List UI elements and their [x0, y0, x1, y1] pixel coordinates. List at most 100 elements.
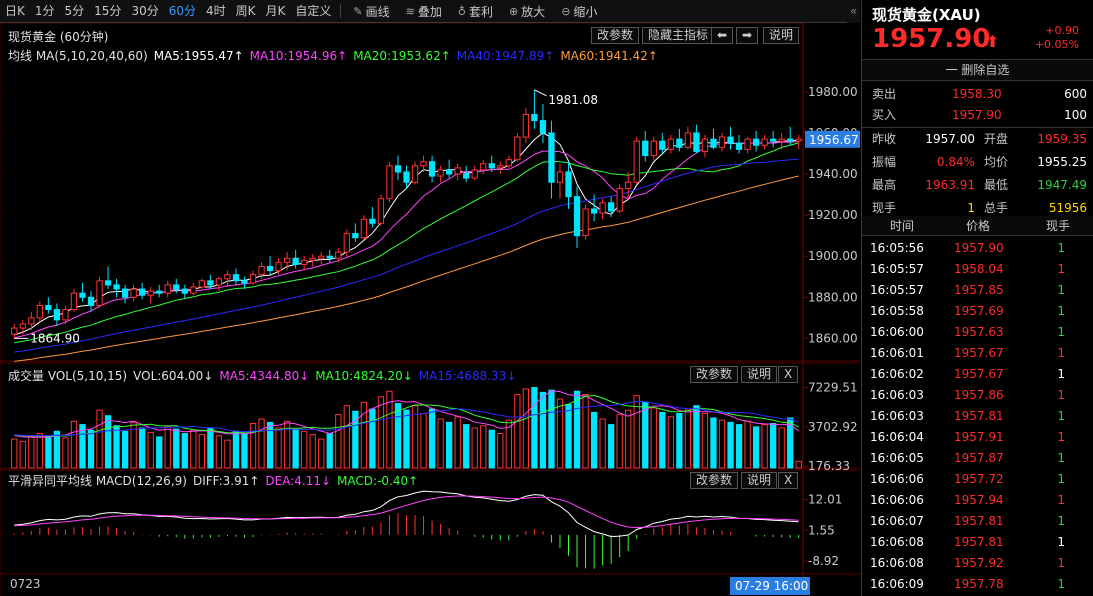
- tick-cell: 1: [1057, 262, 1065, 276]
- period-tab-3[interactable]: 15分: [89, 0, 126, 23]
- candle: [386, 161, 393, 203]
- volume-bar: [139, 427, 146, 469]
- tick-row: 16:06:03 1957.86 1: [862, 385, 1093, 406]
- tool-button-2[interactable]: ♁ 套利: [450, 0, 501, 23]
- main-explain-button[interactable]: 说明: [763, 27, 800, 44]
- remove-watchlist-button[interactable]: 一 删除自选: [862, 59, 1093, 81]
- price-change: +0.90 +0.05%: [1035, 24, 1079, 52]
- candle: [633, 137, 640, 185]
- tick-row: 16:06:03 1957.81 1: [862, 406, 1093, 427]
- chart-area[interactable]: 1980.001960.001940.001920.001900.001880.…: [0, 23, 860, 596]
- volume-bar: [147, 431, 154, 469]
- macd-close-button[interactable]: X: [778, 472, 799, 489]
- toolbar-divider: [340, 4, 342, 18]
- zoom-in-icon: ⊕: [508, 4, 519, 18]
- vol-params-button[interactable]: 改参数: [690, 366, 739, 383]
- stat-cell: 振幅: [872, 155, 897, 169]
- kline-chart[interactable]: 1980.001960.001940.001920.001900.001880.…: [0, 23, 860, 596]
- tick-cell: 1957.72: [954, 472, 1004, 486]
- book-cell: 600: [1064, 87, 1087, 101]
- vol-explain-button[interactable]: 说明: [741, 366, 778, 383]
- volume-bar: [19, 440, 26, 469]
- volume-bar: [11, 438, 18, 469]
- tool-button-4[interactable]: ⊖ 缩小: [553, 0, 605, 23]
- minus-icon: 一: [945, 63, 958, 77]
- volume-bar: [275, 427, 282, 469]
- tick-cell: 1: [1057, 346, 1065, 360]
- volume-bar: [343, 405, 350, 469]
- period-tab-7[interactable]: 周K: [231, 0, 261, 23]
- volume-bar: [53, 430, 61, 469]
- tool-label: 放大: [521, 4, 546, 19]
- volume-bar: [318, 438, 325, 469]
- legend-item: DIFF:3.91↑: [192, 474, 260, 488]
- tick-cell: 1: [1057, 304, 1065, 318]
- tick-cell: 1957.94: [954, 493, 1004, 507]
- volume-bar: [207, 427, 214, 469]
- instrument-name: 现货黄金(XAU): [872, 6, 981, 24]
- tick-cell: 1: [1057, 430, 1065, 444]
- scroll-left-button[interactable]: ⬅: [711, 27, 734, 44]
- main-chart-title: 现货黄金 (60分钟): [8, 30, 109, 44]
- tick-cell: 1: [1057, 556, 1065, 570]
- volume-bar: [301, 430, 308, 469]
- stat-cell: 1957.00: [925, 132, 975, 146]
- period-tab-9[interactable]: 自定义: [290, 0, 336, 23]
- period-tab-0[interactable]: 日K: [0, 0, 30, 23]
- tick-cell: 1: [1057, 241, 1065, 255]
- volume-bar: [437, 418, 444, 469]
- volume-bar: [36, 433, 43, 469]
- zoom-out-icon: ⊖: [561, 4, 571, 18]
- tick-row: 16:05:58 1957.69 1: [862, 301, 1093, 322]
- tick-cell: 16:06:07: [870, 514, 924, 528]
- tick-cell: 1: [1057, 388, 1065, 402]
- tick-cell: 16:05:58: [870, 304, 924, 318]
- vol-tick-label: 176.33: [808, 459, 850, 473]
- stat-row: 昨收 1957.00 开盘 1959.35: [862, 129, 1093, 150]
- volume-bar: [156, 436, 163, 469]
- scroll-right-button[interactable]: ➡: [736, 27, 759, 44]
- volume-bar: [471, 427, 478, 469]
- legend-item: MA15:4688.33↓: [418, 369, 517, 383]
- period-tab-1[interactable]: 1分: [30, 0, 60, 23]
- volume-bar: [96, 409, 103, 469]
- tool-button-3[interactable]: ⊕ 放大: [501, 0, 553, 23]
- vol-legend: 成交量 VOL(5,10,15) VOL:604.00↓ MA5:4344.80↓ M…: [8, 367, 522, 384]
- vol-close-button[interactable]: X: [778, 366, 799, 383]
- tool-button-0[interactable]: ✎ 画线: [345, 0, 397, 23]
- volume-bar: [292, 428, 299, 469]
- period-tab-4[interactable]: 30分: [126, 0, 163, 23]
- money-bag-icon: ♁: [457, 4, 466, 18]
- macd-params-button[interactable]: 改参数: [690, 472, 739, 489]
- hide-indicator-button[interactable]: 隐藏主指标: [642, 27, 715, 44]
- period-tab-6[interactable]: 4时: [201, 0, 231, 23]
- collapse-button[interactable]: «: [847, 0, 860, 23]
- volume-bar: [454, 416, 461, 469]
- tick-row: 16:06:09 1957.78 1: [862, 574, 1093, 595]
- volume-bar: [659, 411, 666, 469]
- tick-cell: 1: [1057, 493, 1065, 507]
- tick-row: 16:06:08 1957.81 1: [862, 532, 1093, 553]
- volume-bar: [556, 398, 564, 469]
- volume-bar: [718, 419, 726, 469]
- legend-item: MA5:1955.47↑: [153, 49, 244, 63]
- main-params-button[interactable]: 改参数: [591, 27, 640, 44]
- volume-bar: [173, 428, 180, 469]
- volume-bar: [770, 423, 777, 469]
- tick-cell: 1: [1057, 577, 1065, 591]
- tick-header-cell: 现手: [1046, 219, 1071, 233]
- tick-cell: 16:05:57: [870, 283, 924, 297]
- tick-cell: 1957.69: [954, 304, 1004, 318]
- period-tab-5[interactable]: 60分: [164, 0, 201, 23]
- volume-bar: [420, 412, 427, 469]
- volume-bar: [45, 435, 52, 469]
- legend-item: MA20:1953.62↑: [353, 49, 451, 63]
- period-tab-8[interactable]: 月K: [261, 0, 291, 23]
- macd-tick-label: -8.92: [808, 554, 839, 568]
- price-tick-label: 1940.00: [808, 167, 858, 181]
- tool-button-1[interactable]: ≋ 叠加: [398, 0, 450, 23]
- price-tick-label: 1920.00: [808, 208, 858, 222]
- volume-bar: [539, 391, 547, 469]
- macd-explain-button[interactable]: 说明: [741, 472, 778, 489]
- period-tab-2[interactable]: 5分: [60, 0, 90, 23]
